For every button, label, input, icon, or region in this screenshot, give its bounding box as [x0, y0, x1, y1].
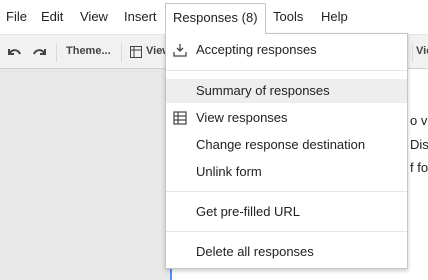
menu-help[interactable]: Help — [321, 9, 348, 25]
spreadsheet-grid-icon — [130, 46, 142, 58]
menu-item-label: Unlink form — [196, 164, 262, 179]
menu-item-get-pre-filled-url[interactable]: Get pre-filled URL — [166, 200, 407, 224]
menu-responses[interactable]: Responses (8) — [165, 3, 266, 34]
menu-item-accepting-responses[interactable]: Accepting responses — [166, 38, 407, 62]
form-text-fragment: o vi — [410, 113, 428, 128]
theme-button[interactable]: Theme... — [66, 45, 111, 57]
toolbar-divider — [56, 43, 57, 62]
menu-item-label: Delete all responses — [196, 244, 314, 259]
menu-item-change-response-destination[interactable]: Change response destination — [166, 133, 407, 157]
menu-view[interactable]: View — [80, 9, 108, 25]
undo-icon[interactable] — [5, 43, 23, 61]
menu-item-label: Change response destination — [196, 137, 366, 152]
menu-item-delete-all-responses[interactable]: Delete all responses — [166, 240, 407, 264]
view-live-form-button[interactable]: Vie — [416, 45, 428, 57]
menu-insert[interactable]: Insert — [124, 9, 157, 25]
form-text-fragment: f fo — [410, 160, 428, 175]
menu-item-label: Accepting responses — [196, 42, 317, 57]
spreadsheet-grid-icon — [173, 111, 187, 125]
menu-separator — [166, 191, 407, 192]
menu-item-unlink-form[interactable]: Unlink form — [166, 160, 407, 184]
form-text-fragment: Dis — [410, 137, 428, 152]
menu-item-view-responses[interactable]: View responses — [166, 106, 407, 130]
toolbar-divider — [412, 43, 413, 62]
menu-bar: File Edit View Insert Responses (8) Tool… — [0, 0, 428, 34]
menu-item-label: View responses — [196, 110, 288, 125]
menu-separator — [166, 70, 407, 71]
toolbar-divider — [121, 43, 122, 62]
menu-item-label: Summary of responses — [196, 83, 330, 98]
menu-item-summary-of-responses[interactable]: Summary of responses — [166, 79, 407, 103]
menu-tools[interactable]: Tools — [273, 9, 303, 25]
menu-file[interactable]: File — [6, 9, 27, 25]
menu-separator — [166, 231, 407, 232]
responses-dropdown-menu: Accepting responses Summary of responses… — [165, 33, 408, 269]
download-tray-icon — [173, 44, 187, 57]
menu-edit[interactable]: Edit — [41, 9, 63, 25]
redo-icon[interactable] — [31, 43, 49, 61]
menu-item-label: Get pre-filled URL — [196, 204, 301, 219]
